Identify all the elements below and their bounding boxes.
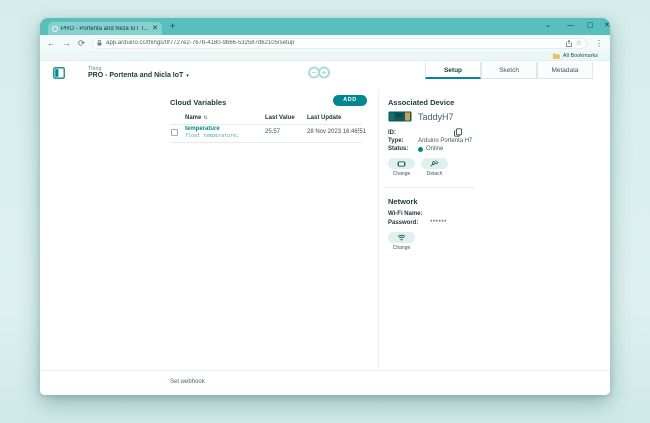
board-chip-icon bbox=[397, 161, 406, 167]
column-header-last-value: Last Value bbox=[265, 115, 295, 121]
cloud-variables-title: Cloud Variables bbox=[170, 98, 226, 107]
browser-toolbar: ← → ⟳ app.arduino.cc/things/0f7727e2-767… bbox=[40, 35, 610, 51]
table-row-divider bbox=[170, 142, 362, 143]
variable-declaration: float temperature; bbox=[185, 133, 239, 139]
wifi-icon bbox=[397, 234, 406, 241]
tab-sketch[interactable]: Sketch bbox=[481, 62, 537, 79]
copy-icon[interactable] bbox=[454, 128, 462, 137]
arduino-cloud-page: Thing PRO - Portenta and Nicla IoT ▾ Set… bbox=[40, 62, 610, 395]
variable-last-value: 25.57 bbox=[265, 129, 280, 135]
set-webhook-link[interactable]: Set webhook bbox=[170, 379, 205, 385]
tab-metadata[interactable]: Metadata bbox=[537, 62, 593, 79]
row-menu-icon[interactable]: ⋮ bbox=[355, 127, 362, 135]
tab-sketch-label: Sketch bbox=[499, 67, 519, 74]
browser-titlebar: PRO - Portenta and Nicla IoT T... ✕ + ⌄ … bbox=[40, 18, 610, 35]
sort-icon: ⇅ bbox=[203, 115, 207, 121]
content-divider bbox=[378, 90, 379, 368]
tab-title: PRO - Portenta and Nicla IoT T... bbox=[61, 26, 149, 32]
detach-device-label: Detach bbox=[421, 171, 448, 177]
device-type-value: Arduino Portenta H7 bbox=[418, 138, 472, 144]
wifi-name-label: Wi-Fi Name: bbox=[388, 211, 423, 217]
variable-name-link[interactable]: temperature bbox=[185, 126, 220, 132]
lock-icon bbox=[97, 40, 102, 46]
change-device-label: Change bbox=[388, 171, 415, 177]
browser-tab[interactable]: PRO - Portenta and Nicla IoT T... ✕ bbox=[48, 22, 162, 35]
sidebar-toggle-icon[interactable] bbox=[53, 67, 65, 79]
table-header-divider bbox=[170, 124, 362, 125]
url-text: app.arduino.cc/things/0f7727e2-767b-4180… bbox=[106, 40, 562, 46]
password-value: ****** bbox=[430, 220, 447, 226]
device-type-label: Type: bbox=[388, 138, 404, 144]
chevron-down-icon: ▾ bbox=[186, 73, 189, 79]
bookmark-star-icon[interactable]: ☆ bbox=[576, 40, 582, 47]
tab-setup-label: Setup bbox=[444, 67, 462, 74]
device-id-label: ID: bbox=[388, 130, 396, 136]
minimize-icon[interactable]: — bbox=[567, 22, 574, 29]
network-title: Network bbox=[388, 197, 418, 206]
column-name-label: Name bbox=[185, 115, 201, 121]
change-network-label: Change bbox=[388, 245, 415, 251]
back-icon[interactable]: ← bbox=[47, 39, 56, 48]
change-device-button[interactable] bbox=[388, 158, 415, 169]
close-window-icon[interactable]: ✕ bbox=[604, 22, 610, 29]
password-label: Password: bbox=[388, 220, 418, 226]
tab-close-icon[interactable]: ✕ bbox=[152, 25, 158, 32]
device-status-value: Online bbox=[426, 146, 443, 152]
detach-device-button[interactable] bbox=[421, 158, 448, 169]
device-panel-divider bbox=[385, 187, 475, 188]
device-board-image bbox=[388, 111, 412, 122]
reload-icon[interactable]: ⟳ bbox=[78, 39, 85, 48]
add-variable-button[interactable]: ADD bbox=[333, 95, 367, 106]
tab-setup[interactable]: Setup bbox=[425, 62, 481, 79]
footer-divider bbox=[40, 370, 610, 371]
profile-chevron-icon[interactable]: ⌄ bbox=[545, 22, 551, 29]
thing-name: PRO - Portenta and Nicla IoT bbox=[88, 72, 183, 79]
tab-favicon-icon bbox=[52, 26, 58, 32]
detach-icon bbox=[430, 160, 439, 167]
browser-menu-icon[interactable]: ⋮ bbox=[595, 39, 603, 48]
row-checkbox[interactable] bbox=[171, 129, 178, 136]
all-bookmarks-label[interactable]: All Bookmarks bbox=[563, 53, 598, 59]
tab-metadata-label: Metadata bbox=[551, 67, 578, 74]
share-icon[interactable] bbox=[566, 40, 572, 47]
column-header-last-update: Last Update bbox=[307, 115, 341, 121]
thing-name-dropdown[interactable]: PRO - Portenta and Nicla IoT ▾ bbox=[88, 72, 189, 79]
desktop: { "browser": { "tab_title": "PRO - Porte… bbox=[0, 0, 650, 423]
device-status-label: Status: bbox=[388, 146, 408, 152]
arduino-logo-icon bbox=[306, 66, 332, 79]
change-network-button[interactable] bbox=[388, 232, 415, 243]
url-bar[interactable]: app.arduino.cc/things/0f7727e2-767b-4180… bbox=[92, 38, 587, 49]
forward-icon[interactable]: → bbox=[63, 39, 72, 48]
folder-icon bbox=[553, 53, 560, 59]
status-online-icon bbox=[418, 147, 423, 152]
new-tab-button[interactable]: + bbox=[170, 21, 175, 31]
maximize-icon[interactable]: ▢ bbox=[587, 22, 594, 29]
device-name: TaddyH7 bbox=[418, 112, 454, 122]
associated-device-title: Associated Device bbox=[388, 98, 454, 107]
bookmarks-bar: All Bookmarks bbox=[40, 51, 610, 61]
column-header-name[interactable]: Name ⇅ bbox=[185, 115, 208, 121]
browser-window: PRO - Portenta and Nicla IoT T... ✕ + ⌄ … bbox=[40, 18, 610, 395]
